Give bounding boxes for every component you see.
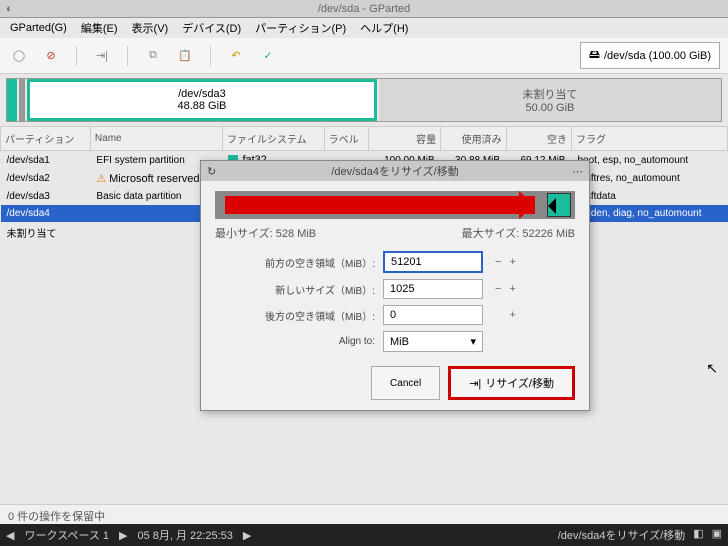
col-label[interactable]: ラベル (324, 127, 369, 151)
toolbar: ◯ ⊘ ⇥| ⧉ 📋 ↶ ✓ 🖴 /dev/sda (100.00 GiB) (0, 38, 728, 74)
input-space-before[interactable]: 51201 (383, 251, 483, 273)
label-space-after: 後方の空き領域（MiB）: (215, 308, 375, 323)
resize-dialog: ↻ /dev/sda4をリサイズ/移動 ⋯ 最小サイズ: 528 MiB 最大サ… (200, 160, 590, 411)
plus-icon[interactable]: + (509, 256, 515, 268)
workspace-label[interactable]: ワークスペース 1 (24, 527, 109, 543)
align-select[interactable]: MiB ▾ (383, 331, 483, 352)
menu-edit[interactable]: 編集(E) (75, 18, 124, 38)
separator (127, 46, 128, 66)
label-space-before: 前方の空き領域（MiB）: (215, 255, 375, 270)
menu-view[interactable]: 表示(V) (126, 18, 175, 38)
device-selector-label: /dev/sda (100.00 GiB) (604, 50, 711, 62)
app-icon: ◐ (6, 3, 13, 15)
window-title: /dev/sda - GParted (318, 3, 410, 15)
segment-sda3[interactable]: /dev/sda3 48.88 GiB (27, 79, 377, 121)
annotation-arrow (225, 196, 535, 214)
col-fs[interactable]: ファイルシステム (222, 127, 324, 151)
chevron-down-icon: ▾ (470, 335, 476, 348)
window-titlebar: ◐ /dev/sda - GParted (0, 0, 728, 18)
resize-handle[interactable] (547, 193, 571, 217)
plus-icon[interactable]: + (509, 309, 515, 321)
col-free[interactable]: 空き (506, 127, 571, 151)
cancel-button[interactable]: Cancel (371, 366, 440, 400)
minus-icon[interactable]: − (495, 256, 501, 268)
label-align: Align to: (215, 336, 375, 347)
col-used[interactable]: 使用済み (441, 127, 506, 151)
copy-icon[interactable]: ⧉ (142, 45, 164, 67)
tray-icon[interactable]: ◧ (693, 527, 703, 543)
resize-button-label: リサイズ/移動 (485, 375, 554, 391)
tray-icon[interactable]: ▣ (712, 527, 722, 543)
separator (76, 46, 77, 66)
disk-icon: 🖴 (589, 46, 600, 65)
separator (210, 46, 211, 66)
resize-move-button[interactable]: ⇥| リサイズ/移動 (448, 366, 575, 400)
apply-icon[interactable]: ✓ (257, 45, 279, 67)
segment-sda2[interactable] (19, 79, 25, 121)
workspace-prev-icon[interactable]: ◀ (6, 529, 14, 542)
menu-partition[interactable]: パーティション(P) (249, 18, 352, 38)
segment-label: /dev/sda3 (178, 88, 226, 100)
col-flags[interactable]: フラグ (571, 127, 727, 151)
status-text: 0 件の操作を保留中 (8, 511, 105, 523)
new-icon[interactable]: ◯ (8, 45, 30, 67)
undo-icon[interactable]: ↶ (225, 45, 247, 67)
taskbar-clock: 05 8月, 月 22:25:53 (137, 527, 232, 543)
plus-icon[interactable]: + (509, 283, 515, 295)
col-size[interactable]: 容量 (369, 127, 441, 151)
workspace-next-icon[interactable]: ▶ (119, 529, 127, 542)
dialog-titlebar[interactable]: ↻ /dev/sda4をリサイズ/移動 ⋯ (201, 161, 589, 181)
mouse-cursor: ↖ (706, 360, 718, 377)
menu-device[interactable]: デバイス(D) (176, 18, 247, 38)
minus-icon[interactable]: − (495, 283, 501, 295)
disk-usage-bar[interactable]: /dev/sda3 48.88 GiB 未割り当て 50.00 GiB (6, 78, 722, 122)
resize-slider[interactable] (215, 191, 575, 219)
segment-size: 50.00 GiB (525, 102, 574, 114)
paste-icon[interactable]: 📋 (174, 45, 196, 67)
input-new-size[interactable]: 1025 (383, 279, 483, 299)
device-selector[interactable]: 🖴 /dev/sda (100.00 GiB) (580, 42, 720, 69)
segment-size: 48.88 GiB (177, 100, 226, 112)
status-bar: 0 件の操作を保留中 (0, 504, 728, 524)
resize-icon: ⇥| (469, 377, 481, 390)
delete-icon[interactable]: ⊘ (40, 45, 62, 67)
col-name[interactable]: Name (90, 127, 222, 151)
taskbar-window[interactable]: /dev/sda4をリサイズ/移動 (558, 527, 685, 543)
dialog-menu-icon[interactable]: ⋯ (572, 165, 583, 178)
menu-help[interactable]: ヘルプ(H) (354, 18, 414, 38)
segment-label: 未割り当て (522, 86, 577, 102)
col-partition[interactable]: パーティション (1, 127, 91, 151)
menubar: GParted(G) 編集(E) 表示(V) デバイス(D) パーティション(P… (0, 18, 728, 38)
warning-icon: ⚠ (96, 173, 106, 185)
segment-unallocated[interactable]: 未割り当て 50.00 GiB (379, 79, 721, 121)
resize-icon[interactable]: ⇥| (91, 45, 113, 67)
menu-gparted[interactable]: GParted(G) (4, 20, 73, 36)
max-size-label: 最大サイズ: 52226 MiB (462, 225, 575, 241)
min-size-label: 最小サイズ: 528 MiB (215, 225, 316, 241)
refresh-icon: ↻ (207, 165, 216, 178)
segment-sda1[interactable] (7, 79, 17, 121)
label-new-size: 新しいサイズ（MiB）: (215, 282, 375, 297)
input-space-after[interactable]: 0 (383, 305, 483, 325)
dialog-title: /dev/sda4をリサイズ/移動 (331, 163, 458, 179)
taskbar[interactable]: ◀ ワークスペース 1 ▶ 05 8月, 月 22:25:53 ▶ /dev/s… (0, 524, 728, 546)
